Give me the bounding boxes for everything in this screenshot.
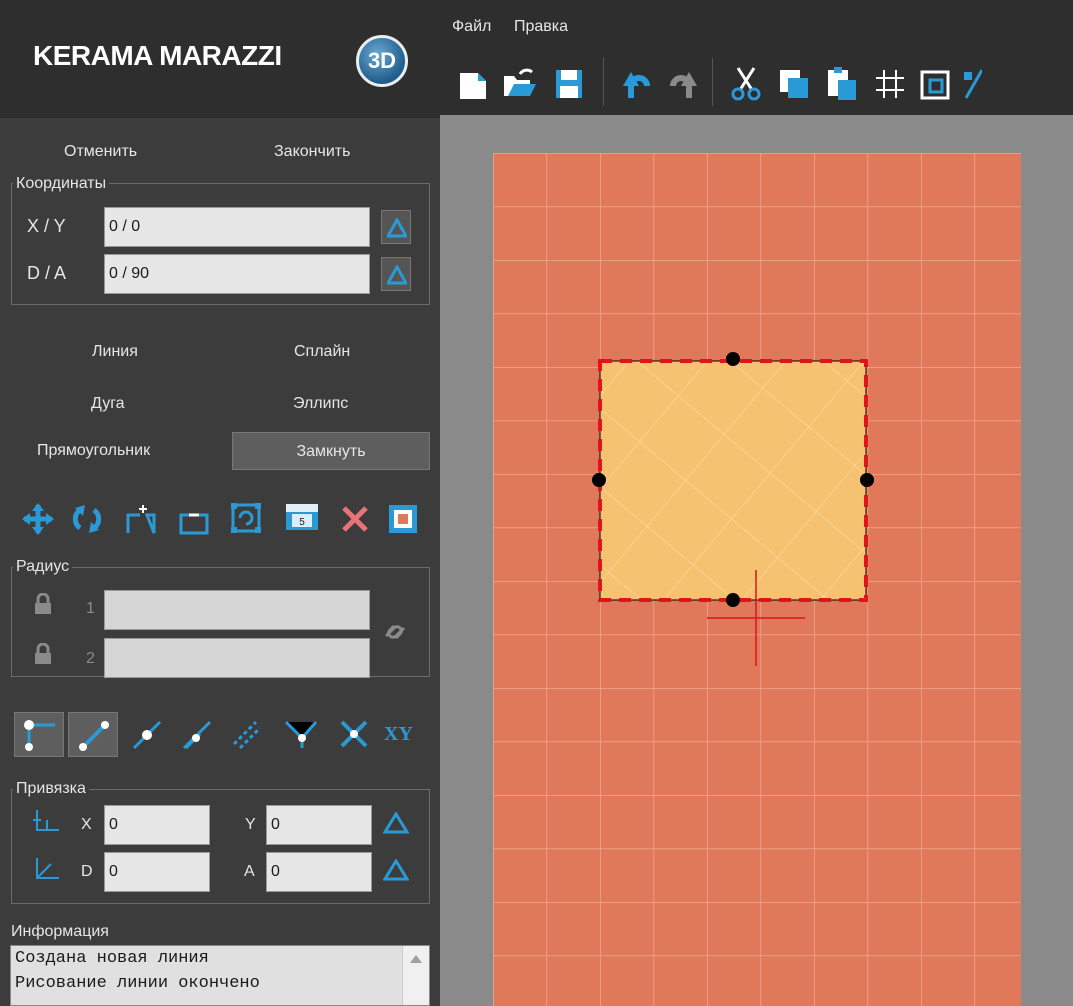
delta-icon [387,218,407,238]
log-scrollbar[interactable] [402,946,429,1005]
rectangle-tool-button[interactable]: Прямоугольник [37,442,150,460]
x-binding-input[interactable]: 0 [104,805,210,845]
coordinates-legend: Координаты [13,175,110,193]
delta-icon[interactable] [383,812,409,834]
link-icon[interactable] [382,622,408,642]
line-tool-button[interactable]: Линия [92,343,138,361]
shape-handle-top[interactable] [726,352,740,366]
snap-angle-icon[interactable] [180,718,214,750]
drawn-shape[interactable] [600,361,866,600]
delete-icon[interactable] [340,504,370,534]
close-shape-button[interactable]: Замкнуть [232,432,430,470]
binding-legend: Привязка [13,780,89,798]
scroll-up-icon[interactable] [409,954,423,964]
snap-bisector-icon[interactable] [284,718,318,750]
percent-icon[interactable] [962,68,982,100]
close-shape-label: Замкнуть [296,443,366,460]
snap-xy-button[interactable]: XY [384,723,413,746]
snap-midpoint-icon[interactable] [130,718,164,750]
cut-icon[interactable] [730,66,762,102]
menu-file[interactable]: Файл [452,18,491,36]
add-point-icon[interactable] [125,503,157,535]
toolbar-separator [603,58,604,106]
ellipse-tool-button[interactable]: Эллипс [293,395,348,413]
move-icon[interactable] [22,503,54,535]
finish-button[interactable]: Закончить [274,143,350,161]
snap-line-icon [79,721,109,751]
da-label: D / A [27,263,67,283]
open-folder-icon[interactable] [502,66,536,100]
menu-toolbar-area: Файл Правка [440,0,1073,115]
radius-2-label: 2 [86,650,95,667]
angle-icon [36,858,59,879]
delta-icon[interactable] [383,859,409,881]
radius-1-label: 1 [86,600,95,617]
transform-icon[interactable] [230,501,264,535]
a-binding-input[interactable]: 0 [266,852,372,892]
undo-icon[interactable] [621,68,655,100]
x-binding-label: X [81,816,92,833]
log-line: Создана новая линия [15,949,209,968]
brand-logo: KERAMA MARAZZI [33,40,282,71]
lock-icon [35,643,51,664]
information-title: Информация [11,923,109,940]
shape-handle-right[interactable] [860,473,874,487]
da-relative-button[interactable] [381,257,411,291]
drawing-canvas[interactable] [441,118,1073,1006]
new-file-icon[interactable] [458,69,488,101]
d-binding-label: D [81,863,93,880]
remove-point-icon[interactable] [178,503,210,535]
information-log: Создана новая линия Рисование линии окон… [10,945,430,1006]
3d-badge: 3D [356,35,408,87]
preview-icon[interactable] [387,503,419,535]
grid-icon[interactable] [874,68,906,100]
snap-line-button[interactable] [68,712,118,757]
svg-text:5: 5 [299,517,305,528]
da-input[interactable]: 0 / 90 [104,254,370,294]
logo-area: KERAMA MARAZZI 3D [0,0,440,118]
radius-2-input[interactable] [104,638,370,678]
frame-icon[interactable] [920,68,952,100]
a-binding-label: A [244,863,255,880]
paste-icon[interactable] [826,66,858,102]
delta-icon [387,265,407,285]
radius-legend: Радиус [13,558,73,576]
snap-intersection-icon[interactable] [338,718,370,750]
xy-input[interactable]: 0 / 0 [104,207,370,247]
arc-tool-button[interactable]: Дуга [91,395,125,413]
copy-icon[interactable] [778,68,810,100]
y-binding-label: Y [245,816,256,833]
log-line: Рисование линии окончено [15,974,260,993]
snap-parallel-icon[interactable] [230,718,264,750]
d-binding-input[interactable]: 0 [104,852,210,892]
xy-relative-button[interactable] [381,210,411,244]
snap-endpoint-button[interactable] [14,712,64,757]
radius-1-input[interactable] [104,590,370,630]
redo-icon[interactable] [665,68,699,100]
measure-icon[interactable]: 5 [284,500,320,536]
spline-tool-button[interactable]: Сплайн [294,343,350,361]
rotate-icon[interactable] [71,503,103,535]
snap-endpoint-icon [24,720,55,751]
menu-edit[interactable]: Правка [514,18,568,36]
shape-handle-bottom[interactable] [726,593,740,607]
cancel-button[interactable]: Отменить [64,143,137,161]
shape-handle-left[interactable] [592,473,606,487]
xy-label: X / Y [27,216,66,236]
lock-icon [35,593,51,614]
save-icon[interactable] [554,68,584,100]
y-binding-input[interactable]: 0 [266,805,372,845]
axis-icon [33,810,59,831]
toolbar-separator [712,58,713,106]
left-panel: KERAMA MARAZZI 3D Отменить Закончить Коо… [0,0,440,1006]
